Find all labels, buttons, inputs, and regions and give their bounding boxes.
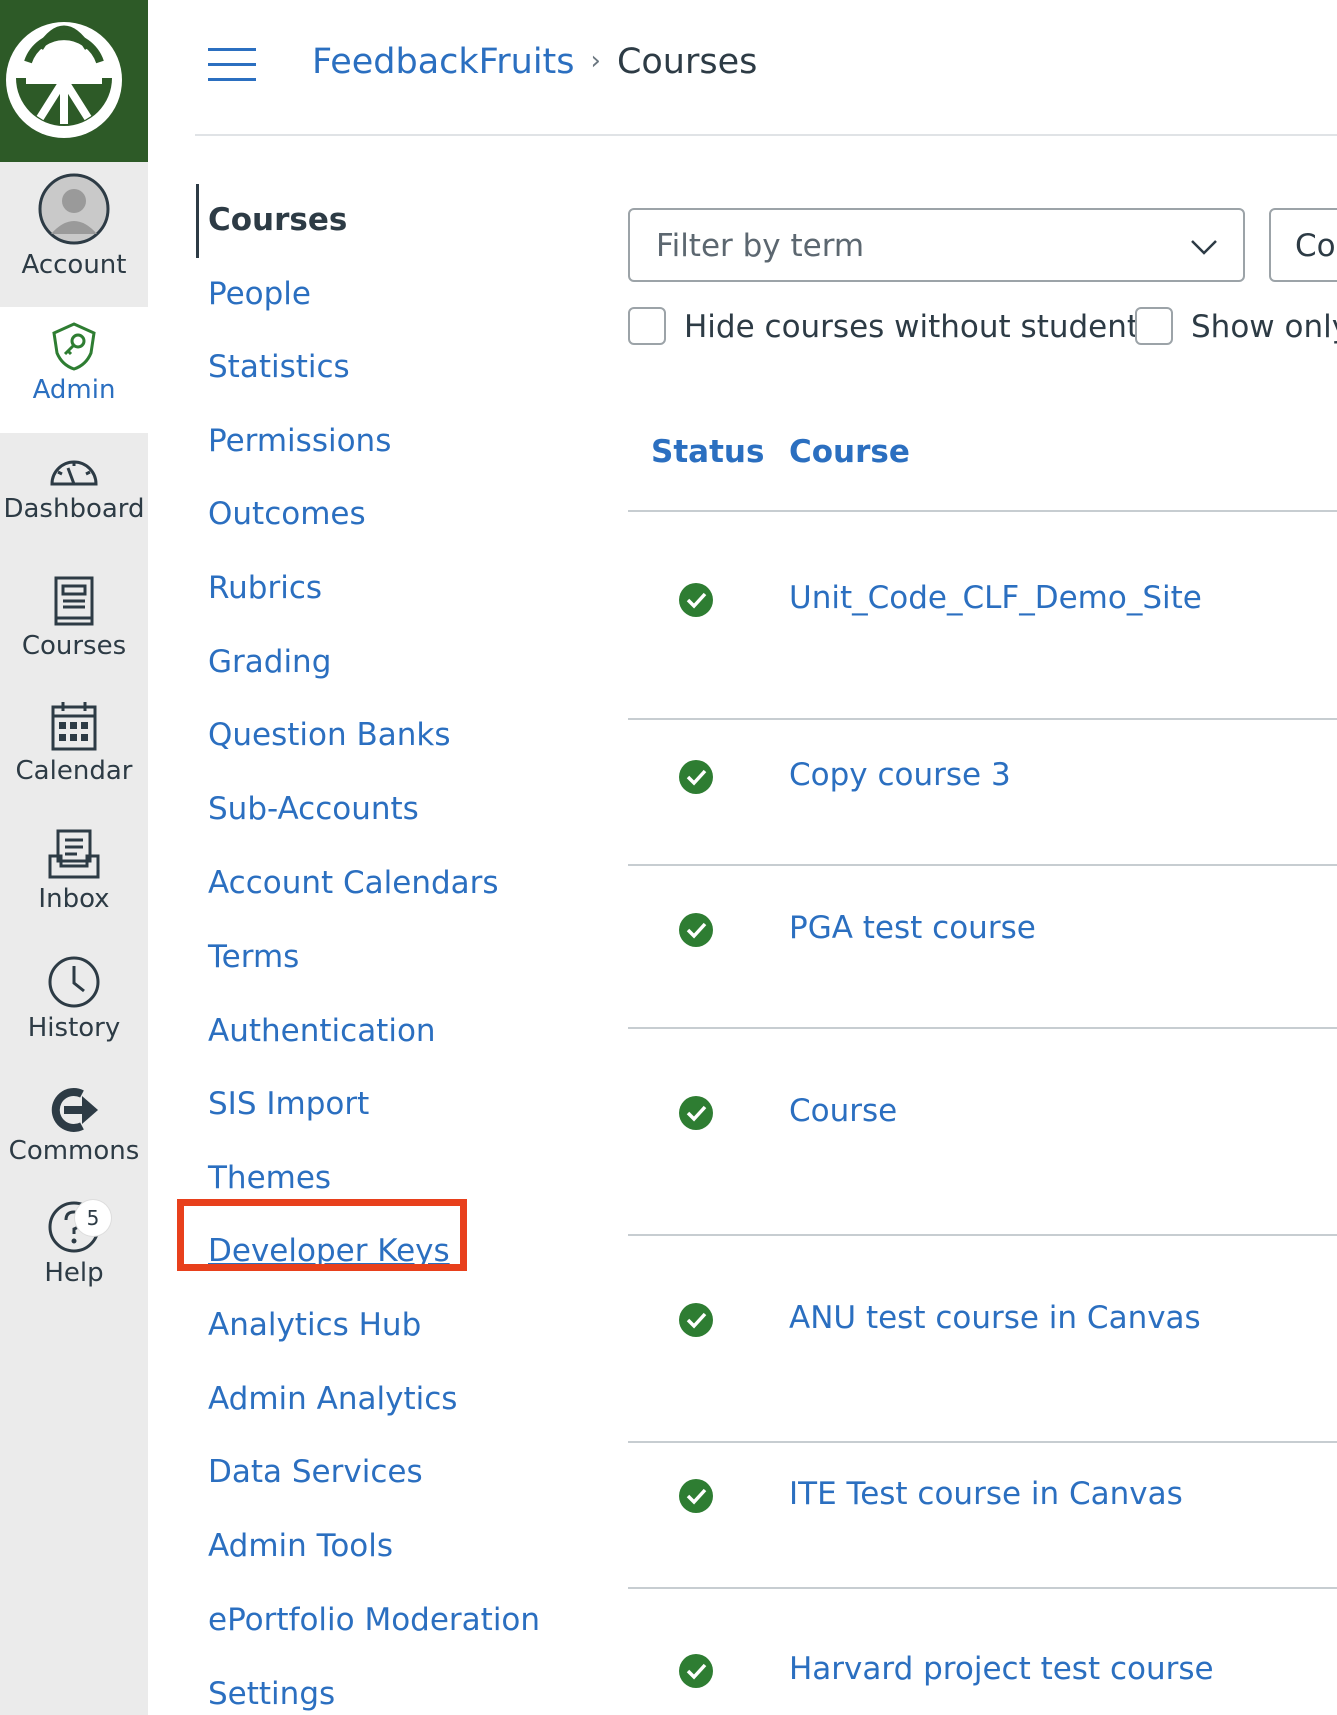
global-nav-admin[interactable]: Admin [0,307,148,433]
section-nav-account-calendars[interactable]: Account Calendars [208,865,499,901]
published-check-icon [679,1479,713,1513]
global-nav-help[interactable]: 5 Help [0,1200,148,1310]
course-menu-toggle-button[interactable] [208,48,256,82]
section-nav-themes[interactable]: Themes [208,1160,331,1196]
chevron-down-icon [1191,240,1217,255]
help-notification-badge: 5 [75,1200,111,1236]
global-nav-label: Help [44,1258,104,1288]
checkbox-box[interactable] [628,307,666,345]
global-nav-label: Dashboard [3,494,145,524]
global-nav-label: Inbox [38,884,110,914]
row-divider [628,1441,1337,1443]
term-filter-placeholder: Filter by term [656,228,865,264]
course-name-link[interactable]: Unit_Code_CLF_Demo_Site [789,580,1202,616]
dashboard-icon [50,460,98,486]
global-nav-courses[interactable]: Courses [0,575,148,685]
published-check-icon [679,1303,713,1337]
developer-keys-highlight [177,1199,467,1271]
published-check-icon [679,1096,713,1130]
status-column-header[interactable]: Status [651,434,764,470]
course-name-link[interactable]: Course [789,1093,897,1129]
shield-icon [52,322,96,371]
section-nav-grading[interactable]: Grading [208,644,331,680]
global-navigation: Account Admin Dashboard Courses Calendar… [0,0,148,1715]
breadcrumb-separator-icon: › [590,46,601,76]
calendar-icon [51,702,97,751]
section-nav-permissions[interactable]: Permissions [208,423,391,459]
course-search-input[interactable]: Co [1269,208,1337,282]
section-nav-people[interactable]: People [208,276,311,312]
history-icon [48,956,100,1008]
global-nav-history[interactable]: History [0,955,148,1065]
section-nav-sub-accounts[interactable]: Sub-Accounts [208,791,419,827]
global-nav-label: Commons [8,1136,140,1166]
checkbox-label: Show only [1191,309,1337,345]
course-name-link[interactable]: ITE Test course in Canvas [789,1476,1183,1512]
section-nav-settings[interactable]: Settings [208,1676,335,1712]
global-nav-account[interactable]: Account [0,172,148,304]
checkbox-box[interactable] [1135,307,1173,345]
row-divider [628,1587,1337,1589]
global-nav-label: Courses [21,631,127,661]
course-name-link[interactable]: Harvard project test course [789,1651,1214,1687]
global-nav-label: Account [21,250,127,280]
published-check-icon [679,1654,713,1688]
inbox-icon [48,829,100,879]
section-nav-analytics-hub[interactable]: Analytics Hub [208,1307,421,1343]
term-filter-select[interactable]: Filter by term [628,208,1245,282]
global-nav-inbox[interactable]: Inbox [0,828,148,938]
course-name-link[interactable]: PGA test course [789,910,1036,946]
checkbox-label: Hide courses without students [684,309,1156,345]
published-check-icon [679,760,713,794]
row-divider [628,718,1337,720]
row-divider [628,1234,1337,1236]
course-search-text: Co [1295,228,1336,264]
section-nav-sis-import[interactable]: SIS Import [208,1086,369,1122]
global-nav-label: History [27,1013,121,1043]
section-nav-outcomes[interactable]: Outcomes [208,496,366,532]
header-divider [195,134,1337,136]
global-nav-commons[interactable]: Commons [0,1088,148,1198]
commons-icon [51,1088,98,1132]
published-check-icon [679,583,713,617]
feedbackfruits-logo-icon[interactable] [0,0,148,162]
published-check-icon [679,913,713,947]
section-nav-admin-tools[interactable]: Admin Tools [208,1528,393,1564]
global-nav-calendar[interactable]: Calendar [0,700,148,810]
course-column-header[interactable]: Course [789,434,910,470]
global-nav-dashboard[interactable]: Dashboard [0,450,148,560]
global-nav-label: Calendar [15,756,133,786]
breadcrumb-account-link[interactable]: FeedbackFruits [312,42,575,82]
section-nav-authentication[interactable]: Authentication [208,1013,436,1049]
section-nav-eportfolio-moderation[interactable]: ePortfolio Moderation [208,1602,540,1638]
breadcrumb: FeedbackFruits › Courses [312,42,757,82]
section-nav-admin-analytics[interactable]: Admin Analytics [208,1381,457,1417]
section-nav-statistics[interactable]: Statistics [208,349,350,385]
row-divider [628,864,1337,866]
section-nav-courses[interactable]: Courses [208,202,347,238]
section-nav-rubrics[interactable]: Rubrics [208,570,322,606]
section-nav-question-banks[interactable]: Question Banks [208,717,451,753]
course-name-link[interactable]: ANU test course in Canvas [789,1300,1201,1336]
section-nav-data-services[interactable]: Data Services [208,1454,423,1490]
avatar-icon [38,173,110,245]
row-divider [628,1027,1337,1029]
table-header-divider [628,510,1337,512]
section-nav-terms[interactable]: Terms [208,939,299,975]
breadcrumb-current: Courses [616,42,758,82]
active-indicator [196,184,199,258]
course-name-link[interactable]: Copy course 3 [789,757,1011,793]
global-nav-label: Admin [32,375,116,405]
courses-icon [54,576,94,626]
